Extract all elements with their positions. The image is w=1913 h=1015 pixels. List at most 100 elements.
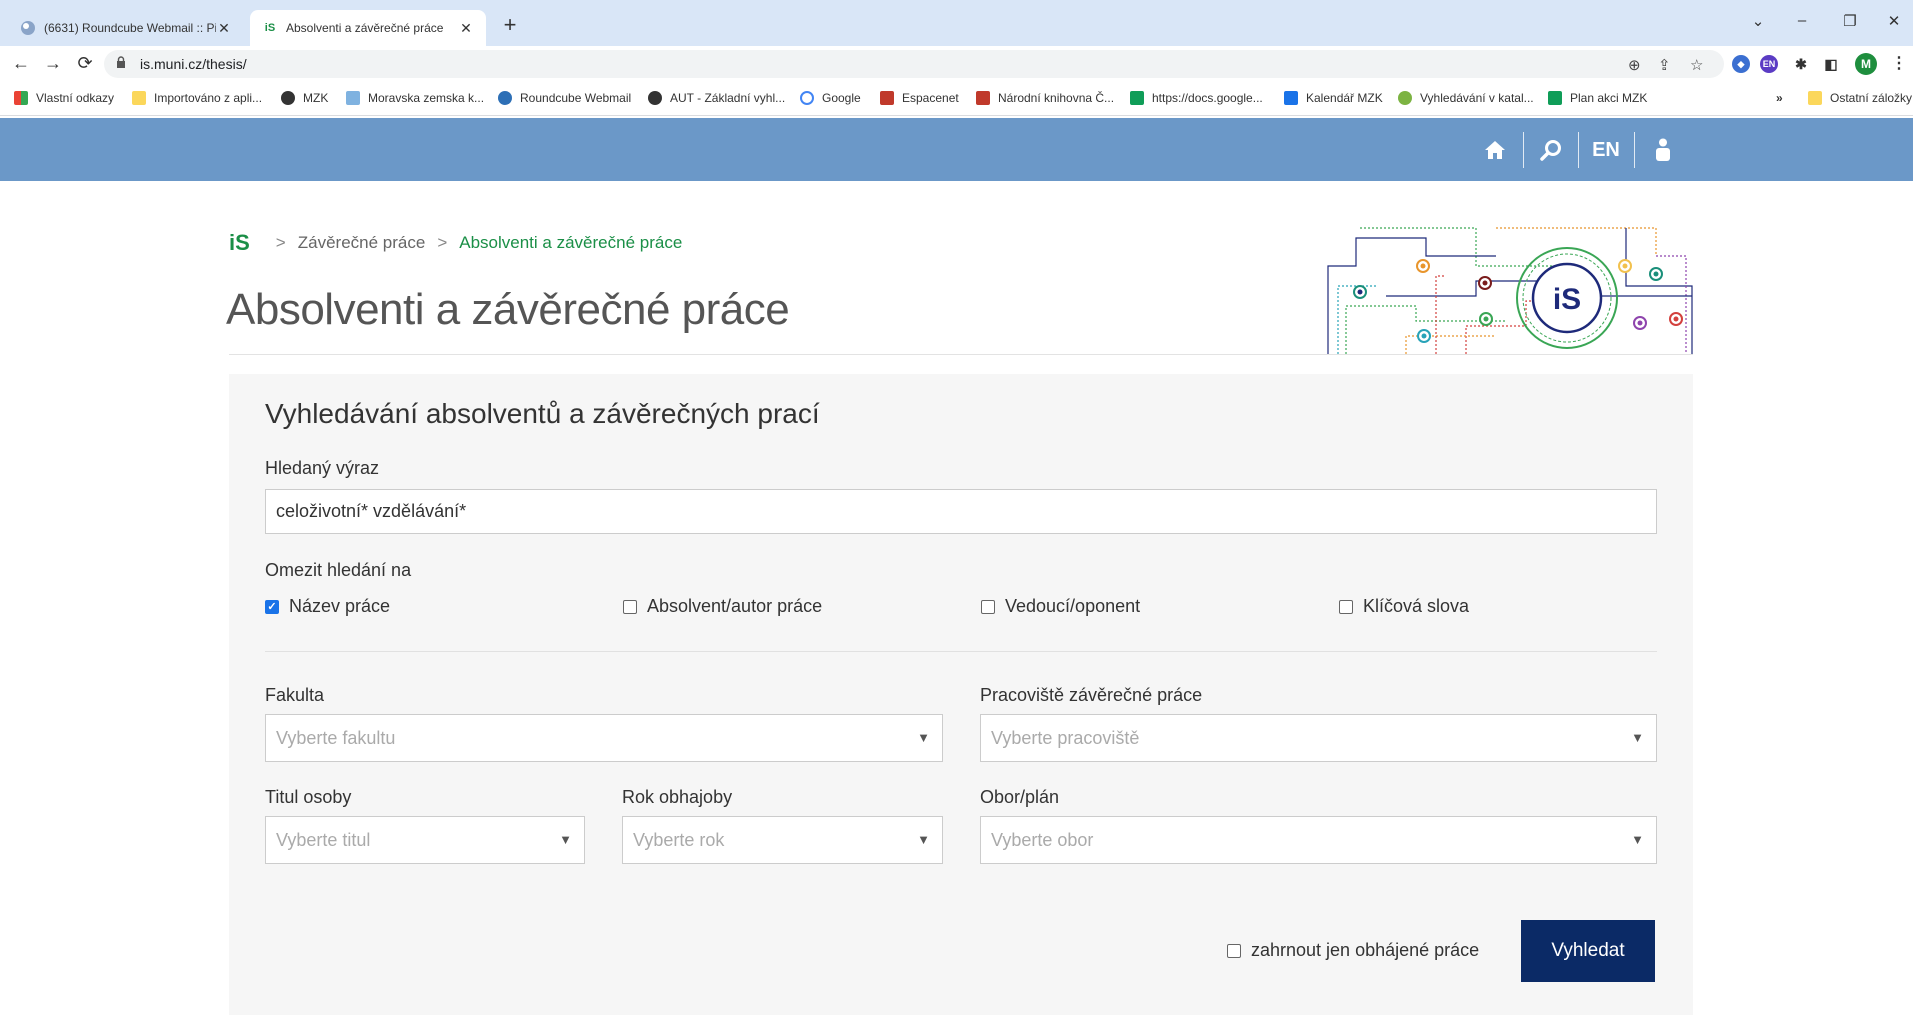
- restore-icon[interactable]: ❐: [1840, 12, 1860, 30]
- breadcrumb-separator: >: [437, 233, 448, 252]
- field-label: Obor/plán: [980, 787, 1060, 807]
- bookmark-item[interactable]: Vyhledávání v katal...: [1398, 91, 1534, 105]
- espacenet-icon: [880, 91, 894, 105]
- year-select[interactable]: Vyberte rok ▼: [622, 816, 943, 864]
- checkbox-icon[interactable]: [981, 599, 995, 614]
- bookmark-item[interactable]: https://docs.google...: [1130, 91, 1263, 105]
- address-bar[interactable]: is.muni.cz/thesis/ ⊕ ⇪ ☆: [104, 50, 1724, 78]
- bookmark-item[interactable]: Moravska zemska k...: [346, 91, 484, 105]
- query-input[interactable]: celoživotní* vzdělávání*: [265, 489, 1657, 534]
- bookmarks-overflow-button[interactable]: »: [1776, 91, 1783, 105]
- menu-kebab-icon[interactable]: ⋮: [1890, 55, 1908, 73]
- bookmark-item[interactable]: MZK: [281, 91, 328, 105]
- catalog-search-icon: [1398, 91, 1412, 105]
- home-icon[interactable]: [1480, 133, 1510, 167]
- header-separator: [1634, 132, 1635, 168]
- dropdown-arrow-icon: ▼: [917, 832, 930, 847]
- user-icon[interactable]: [1648, 133, 1678, 167]
- bookmark-item[interactable]: Espacenet: [880, 91, 959, 105]
- bookmark-item[interactable]: Kalendář MZK: [1284, 91, 1383, 105]
- search-icon[interactable]: [1536, 133, 1566, 167]
- query-label: Hledaný výraz: [265, 458, 380, 478]
- degree-label: Titul osoby: [265, 787, 352, 807]
- search-submit-button[interactable]: Vyhledat: [1521, 920, 1655, 982]
- bookmark-item[interactable]: Google: [800, 91, 861, 105]
- zoom-icon[interactable]: ⊕: [1628, 56, 1641, 74]
- extensions-puzzle-icon[interactable]: ✱: [1792, 55, 1810, 73]
- checkbox-icon[interactable]: [1227, 943, 1241, 958]
- is-logo[interactable]: iS: [229, 230, 250, 256]
- year-label: Rok obhajoby: [622, 787, 733, 807]
- svg-text:iS: iS: [1553, 283, 1581, 316]
- lock-icon: [116, 56, 126, 71]
- checkbox-keywords[interactable]: Klíčová slova: [1339, 596, 1469, 617]
- tab-title: Absolventi a závěrečné práce: [286, 21, 444, 35]
- bookmark-item[interactable]: Importováno z apli...: [132, 91, 262, 105]
- checkbox-icon[interactable]: [623, 599, 637, 614]
- title-divider: [229, 354, 1693, 355]
- breadcrumb-current[interactable]: Absolventi a závěrečné práce: [459, 233, 682, 253]
- apps-grid-icon: [14, 91, 28, 105]
- browser-tab-thesis[interactable]: iS Absolventi a závěrečné práce ✕: [250, 10, 486, 46]
- minimize-icon[interactable]: –: [1792, 12, 1812, 29]
- is-circuit-illustration: iS: [1327, 227, 1693, 354]
- bookmark-item[interactable]: Roundcube Webmail: [498, 91, 631, 105]
- translate-extension-icon[interactable]: EN: [1760, 55, 1778, 73]
- degree-select[interactable]: Vyberte titul ▼: [265, 816, 585, 864]
- share-icon[interactable]: ⇪: [1658, 56, 1671, 74]
- bookmark-item[interactable]: Vlastní odkazy: [14, 91, 114, 105]
- dropdown-arrow-icon: ▼: [559, 832, 572, 847]
- bookmarks-bar: Vlastní odkazy Importováno z apli... MZK…: [0, 82, 1913, 116]
- is-logo-icon: iS: [264, 22, 276, 34]
- faculty-select[interactable]: Vyberte fakultu ▼: [265, 714, 943, 762]
- form-title: Vyhledávání absolventů a závěrečných pra…: [265, 398, 820, 429]
- browser-toolbar: ← → ⟳ is.muni.cz/thesis/ ⊕ ⇪ ☆ ◆ EN ✱ ◧ …: [0, 46, 1913, 82]
- other-bookmarks[interactable]: Ostatní záložky: [1808, 91, 1912, 105]
- bookmark-item[interactable]: Plan akci MZK: [1548, 91, 1647, 105]
- form-divider: [265, 651, 1657, 652]
- extension-icon[interactable]: ◆: [1732, 55, 1750, 73]
- language-switch[interactable]: EN: [1588, 133, 1624, 167]
- checkbox-thesis-title[interactable]: ✓ Název práce: [265, 596, 390, 617]
- breadcrumb-separator: >: [275, 233, 286, 252]
- checkbox-author[interactable]: Absolvent/autor práce: [623, 596, 822, 617]
- field-select[interactable]: Vyberte obor ▼: [980, 816, 1657, 864]
- url-text: is.muni.cz/thesis/: [140, 56, 247, 72]
- breadcrumb-item-theses[interactable]: Závěrečné práce: [298, 233, 426, 253]
- roundcube-icon: [20, 20, 36, 36]
- checkbox-supervisor[interactable]: Vedoucí/oponent: [981, 596, 1140, 617]
- dropdown-arrow-icon: ▼: [1631, 730, 1644, 745]
- side-panel-icon[interactable]: ◧: [1822, 55, 1840, 73]
- back-icon[interactable]: ←: [10, 52, 32, 74]
- tab-search-icon[interactable]: ⌄: [1748, 12, 1768, 30]
- search-form-panel: Vyhledávání absolventů a závěrečných pra…: [229, 374, 1693, 1015]
- forward-icon[interactable]: →: [42, 52, 64, 74]
- workplace-select[interactable]: Vyberte pracoviště ▼: [980, 714, 1657, 762]
- close-window-icon[interactable]: ✕: [1884, 12, 1904, 30]
- browser-tab-roundcube[interactable]: (6631) Roundcube Webmail :: Při ✕: [8, 10, 244, 46]
- browser-tab-strip: (6631) Roundcube Webmail :: Při ✕ iS Abs…: [0, 0, 1913, 46]
- dropdown-arrow-icon: ▼: [1631, 832, 1644, 847]
- google-sheets-icon: [1130, 91, 1144, 105]
- checkbox-defended-only[interactable]: zahrnout jen obhájené práce: [1227, 940, 1479, 961]
- checkbox-icon[interactable]: [1339, 599, 1353, 614]
- google-sheets-icon: [1548, 91, 1562, 105]
- close-tab-icon[interactable]: ✕: [458, 20, 474, 37]
- bookmark-item[interactable]: AUT - Základní vyhl...: [648, 91, 785, 105]
- bookmark-star-icon[interactable]: ☆: [1690, 56, 1703, 74]
- tab-title: (6631) Roundcube Webmail :: Při: [44, 21, 216, 35]
- nkp-icon: [976, 91, 990, 105]
- new-tab-button[interactable]: +: [498, 14, 522, 38]
- profile-avatar[interactable]: M: [1855, 53, 1877, 75]
- globe-icon: [648, 91, 662, 105]
- workplace-label: Pracoviště závěrečné práce: [980, 685, 1203, 705]
- bookmark-item[interactable]: Národní knihovna Č...: [976, 91, 1114, 105]
- reload-icon[interactable]: ⟳: [74, 52, 96, 74]
- header-separator: [1578, 132, 1579, 168]
- globe-icon: [281, 91, 295, 105]
- close-tab-icon[interactable]: ✕: [216, 20, 232, 37]
- restrict-label: Omezit hledání na: [265, 560, 412, 580]
- calendar-icon: [1284, 91, 1298, 105]
- checkbox-checked-icon[interactable]: ✓: [265, 599, 279, 614]
- roundcube-icon: [498, 91, 512, 105]
